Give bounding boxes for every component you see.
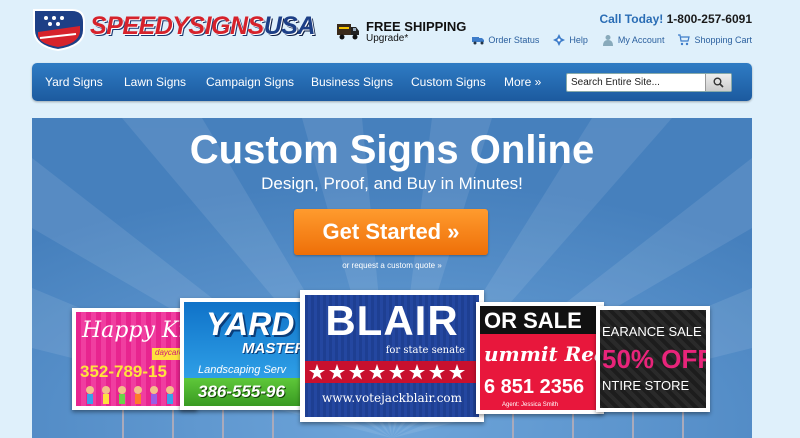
hero-banner: Custom Signs Online Design, Proof, and B…	[32, 118, 752, 438]
flag-shield-icon	[33, 9, 85, 52]
speedysigns-logo[interactable]: SPEEDYSIGNSUSA	[32, 6, 316, 52]
sign-forsale-title: OR SALE	[484, 308, 582, 333]
nav-business-signs[interactable]: Business Signs	[311, 75, 393, 89]
site-header: SPEEDYSIGNSUSA FREE SHIPPING Upgrade* Ca…	[0, 0, 800, 62]
help-label: Help	[569, 35, 588, 45]
nav-custom-signs[interactable]: Custom Signs	[411, 75, 486, 89]
sign-happy-phone: 352-789-15	[80, 362, 167, 381]
sign-yard-masters[interactable]: YARD MASTER Landscaping Serv 386-555-96	[180, 298, 310, 410]
sign-yard-phone: 386-555-96	[198, 382, 285, 401]
call-today: Call Today! 1-800-257-6091	[599, 12, 752, 26]
shipping-title: FREE SHIPPING	[366, 19, 467, 34]
site-search	[566, 73, 732, 92]
get-started-button[interactable]: Get Started »	[294, 209, 488, 255]
nav-more[interactable]: More »	[504, 75, 541, 89]
sign-stake	[172, 410, 174, 438]
my-account-link[interactable]: My Account	[602, 34, 665, 46]
cart-icon	[678, 34, 691, 46]
hero-subtitle: Design, Proof, and Buy in Minutes!	[261, 174, 523, 193]
sign-clearance-discount: 50% OFF	[602, 344, 710, 374]
help-link[interactable]: Help	[553, 34, 588, 46]
sign-forsale-phone: 6 851 2356	[484, 376, 585, 398]
sign-blair-office: for state senate	[385, 345, 465, 356]
shopping-cart-label: Shopping Cart	[694, 35, 752, 45]
sign-stake	[682, 412, 684, 438]
delivery-truck-icon	[337, 24, 359, 40]
sign-yard-title: YARD	[206, 306, 295, 342]
sign-clearance-store: NTIRE STORE	[602, 378, 690, 393]
hero-title: Custom Signs Online	[189, 128, 595, 172]
order-status-label: Order Status	[488, 35, 540, 45]
call-label: Call Today!	[599, 12, 664, 26]
sign-forsale-company: ummit Realty	[484, 342, 604, 366]
sign-clearance-sale[interactable]: EARANCE SALE 50% OFF NTIRE STORE	[596, 306, 710, 412]
stars-icon	[309, 364, 465, 380]
shopping-cart-link[interactable]: Shopping Cart	[678, 34, 752, 46]
truck-icon	[472, 37, 485, 45]
sign-stake	[512, 414, 514, 438]
sign-for-sale[interactable]: OR SALE ummit Realty 6 851 2356 Agent: J…	[476, 302, 604, 414]
sign-yard-sub: MASTER	[242, 340, 306, 357]
search-button[interactable]	[705, 74, 731, 91]
nav-yard-signs[interactable]: Yard Signs	[45, 75, 103, 89]
sign-yard-service: Landscaping Serv	[198, 364, 287, 376]
search-input[interactable]	[567, 74, 707, 91]
sign-forsale-agent: Agent: Jessica Smith	[502, 402, 559, 408]
user-icon	[602, 35, 613, 46]
logo-wordmark: SPEEDYSIGNSUSA	[90, 12, 316, 41]
search-icon	[713, 77, 724, 88]
order-status-link[interactable]: Order Status	[472, 34, 539, 46]
my-account-label: My Account	[617, 35, 665, 45]
sign-stake	[222, 410, 224, 438]
shipping-subtitle: Upgrade*	[366, 33, 409, 44]
sign-blair-url: www.votejackblair.com	[321, 391, 463, 405]
sign-stake	[632, 412, 634, 438]
sign-happy-kids[interactable]: Happy Kia daycare 352-789-15	[72, 308, 197, 410]
sign-stake	[272, 410, 274, 438]
sign-stake	[122, 410, 124, 438]
custom-quote-link[interactable]: or request a custom quote »	[32, 261, 752, 270]
sign-blair-name: BLAIR	[325, 297, 459, 344]
nav-campaign-signs[interactable]: Campaign Signs	[206, 75, 294, 89]
phone-number[interactable]: 1-800-257-6091	[667, 12, 752, 26]
sign-clearance-title: EARANCE SALE	[602, 324, 702, 339]
sign-blair[interactable]: BLAIR for state senate www.votejackblair…	[300, 290, 484, 422]
logo-part-2: USA	[263, 12, 316, 40]
help-icon	[553, 34, 566, 46]
utility-links: Order Status Help My Account Shopping Ca…	[472, 34, 752, 46]
main-nav: Yard Signs Lawn Signs Campaign Signs Bus…	[32, 63, 752, 101]
nav-lawn-signs[interactable]: Lawn Signs	[124, 75, 186, 89]
logo-part-1: SPEEDYSIGNS	[90, 12, 264, 40]
sign-stake	[572, 414, 574, 438]
stars-band	[305, 361, 479, 383]
